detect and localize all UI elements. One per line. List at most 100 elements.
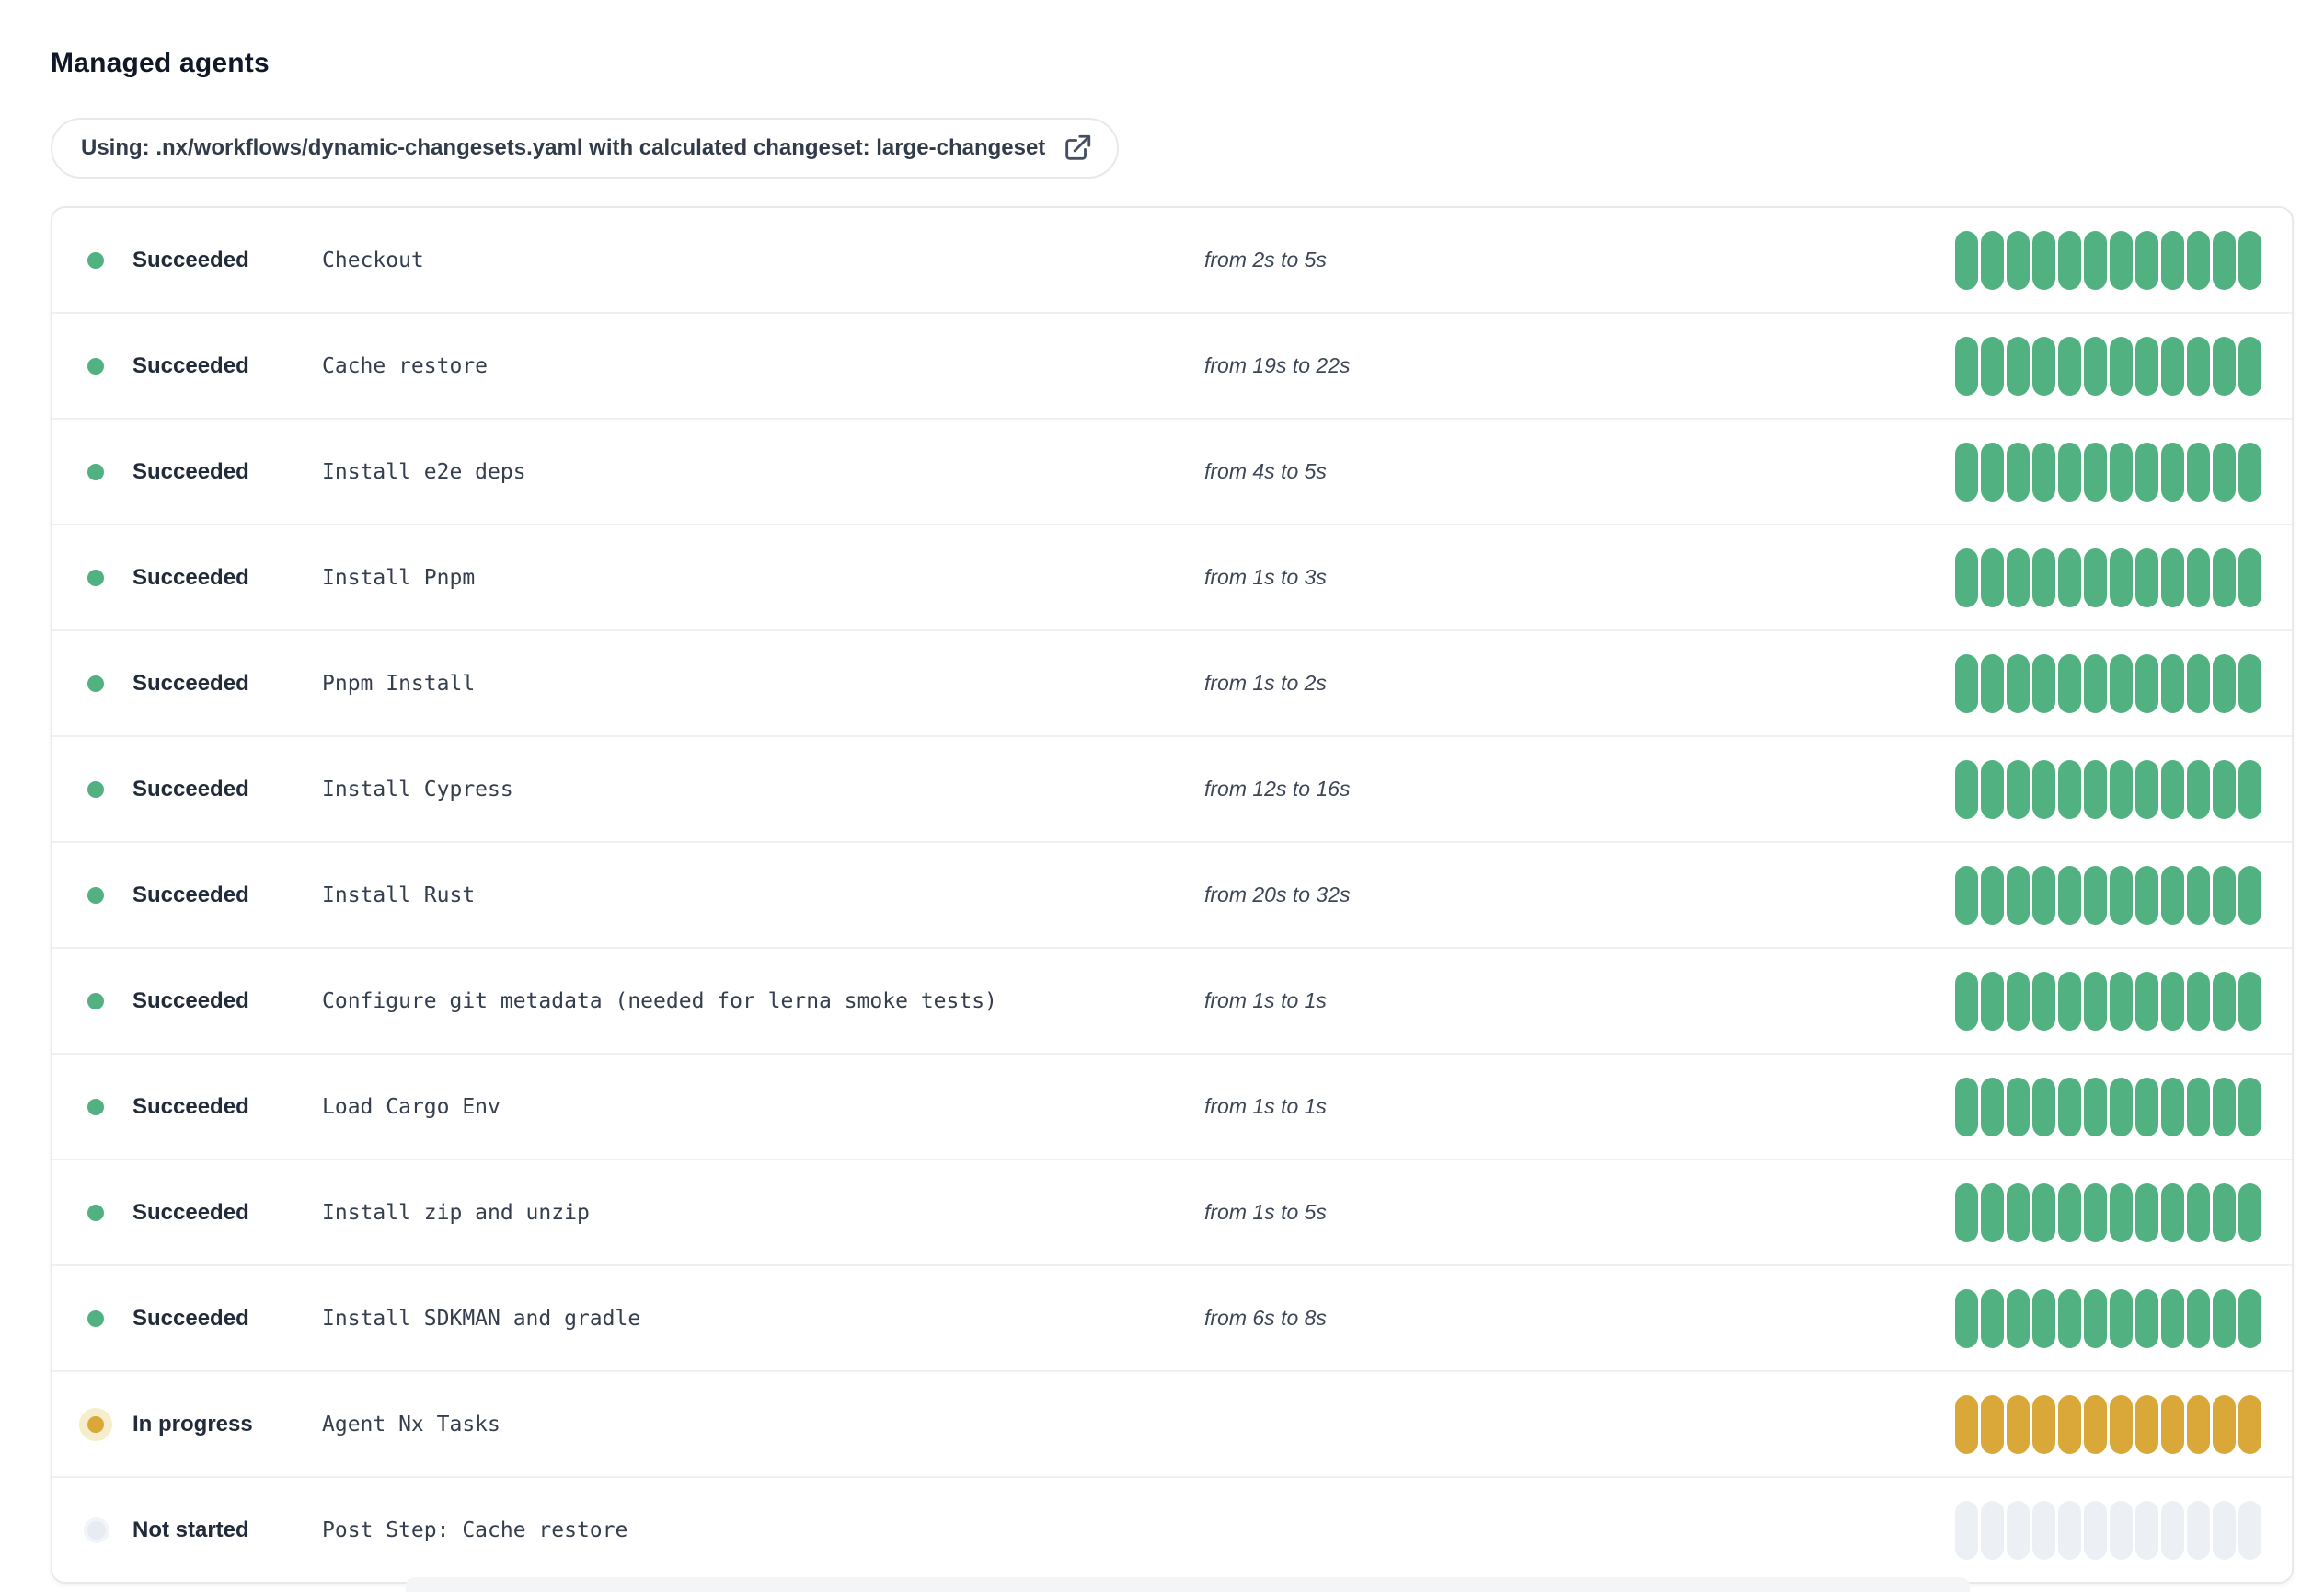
status-label: Succeeded bbox=[132, 352, 249, 378]
bar-segment bbox=[2161, 1077, 2184, 1136]
bar-segment bbox=[2110, 1500, 2133, 1560]
agent-step-row: Succeeded Configure git metadata (needed… bbox=[52, 947, 2292, 1053]
bar-segment bbox=[2032, 548, 2055, 607]
bar-segment bbox=[2084, 548, 2107, 607]
bar-segment bbox=[2058, 230, 2081, 290]
agents-list: Succeeded Checkout from 2s to 5s Succeed… bbox=[51, 206, 2294, 1584]
bar-segment bbox=[2187, 1182, 2210, 1242]
bar-segment bbox=[2238, 1182, 2261, 1242]
bar-segment bbox=[2032, 759, 2055, 819]
status-dot-icon bbox=[87, 1204, 104, 1221]
bar-segment bbox=[2007, 1077, 2030, 1136]
agent-step-row: Succeeded Load Cargo Env from 1s to 1s bbox=[52, 1053, 2292, 1159]
step-progress-bar bbox=[1955, 1077, 2261, 1136]
agent-step-row: Succeeded Pnpm Install from 1s to 2s bbox=[52, 629, 2292, 735]
agent-step-row: Succeeded Cache restore from 19s to 22s bbox=[52, 312, 2292, 418]
step-name: Install e2e deps bbox=[322, 459, 526, 484]
bar-segment bbox=[2110, 1077, 2133, 1136]
bar-segment bbox=[2135, 1077, 2158, 1136]
bar-segment bbox=[2238, 230, 2261, 290]
bar-segment bbox=[1981, 759, 2004, 819]
bar-segment bbox=[2032, 865, 2055, 925]
bar-segment bbox=[2238, 759, 2261, 819]
bar-segment bbox=[2058, 1500, 2081, 1560]
bar-segment bbox=[2058, 1077, 2081, 1136]
bar-segment bbox=[2032, 653, 2055, 713]
bar-segment bbox=[2161, 230, 2184, 290]
step-name: Pnpm Install bbox=[322, 671, 476, 696]
agent-step-row: Succeeded Install e2e deps from 4s to 5s bbox=[52, 418, 2292, 524]
agent-step-row: Succeeded Install Pnpm from 1s to 3s bbox=[52, 524, 2292, 629]
step-duration: from 1s to 3s bbox=[1204, 565, 1327, 589]
status-dot-icon bbox=[87, 780, 104, 798]
bar-segment bbox=[2161, 336, 2184, 396]
step-duration: from 1s to 5s bbox=[1204, 1200, 1327, 1224]
bar-segment bbox=[2110, 971, 2133, 1031]
bar-segment bbox=[1981, 653, 2004, 713]
bar-segment bbox=[2032, 442, 2055, 502]
bar-segment bbox=[2238, 1500, 2261, 1560]
bar-segment bbox=[1955, 1394, 1978, 1454]
bar-segment bbox=[2007, 759, 2030, 819]
step-name: Install Rust bbox=[322, 883, 476, 907]
bar-segment bbox=[1981, 1182, 2004, 1242]
step-progress-bar bbox=[1955, 971, 2261, 1031]
bar-segment bbox=[2213, 653, 2236, 713]
bar-segment bbox=[1955, 971, 1978, 1031]
status-label: Not started bbox=[132, 1517, 249, 1542]
bar-segment bbox=[1981, 230, 2004, 290]
bar-segment bbox=[2187, 1077, 2210, 1136]
bar-segment bbox=[2213, 1182, 2236, 1242]
bar-segment bbox=[2084, 230, 2107, 290]
page-title: Managed agents bbox=[51, 48, 270, 78]
agent-step-row: Succeeded Install Cypress from 12s to 16… bbox=[52, 735, 2292, 841]
bar-segment bbox=[2007, 548, 2030, 607]
status-dot-icon bbox=[87, 357, 104, 375]
bar-segment bbox=[2084, 1182, 2107, 1242]
bar-segment bbox=[2187, 653, 2210, 713]
bar-segment bbox=[2110, 865, 2133, 925]
status-label: Succeeded bbox=[132, 1199, 249, 1225]
bar-segment bbox=[2032, 336, 2055, 396]
step-progress-bar bbox=[1955, 336, 2261, 396]
bar-segment bbox=[2032, 1182, 2055, 1242]
bar-segment bbox=[2135, 442, 2158, 502]
bar-segment bbox=[2135, 336, 2158, 396]
bar-segment bbox=[2238, 336, 2261, 396]
status-dot-icon bbox=[87, 1520, 106, 1540]
step-name: Install Pnpm bbox=[322, 565, 476, 590]
status-label: Succeeded bbox=[132, 1305, 249, 1331]
agent-step-row: Succeeded Install SDKMAN and gradle from… bbox=[52, 1264, 2292, 1370]
bar-segment bbox=[2032, 230, 2055, 290]
bar-segment bbox=[2007, 336, 2030, 396]
bar-segment bbox=[2238, 1077, 2261, 1136]
bar-segment bbox=[2161, 442, 2184, 502]
status-label: In progress bbox=[132, 1411, 253, 1436]
bar-segment bbox=[2213, 971, 2236, 1031]
bar-segment bbox=[2187, 548, 2210, 607]
agent-step-row: Succeeded Install zip and unzip from 1s … bbox=[52, 1159, 2292, 1264]
bar-segment bbox=[2213, 1077, 2236, 1136]
step-duration: from 19s to 22s bbox=[1204, 353, 1351, 377]
bar-segment bbox=[2187, 759, 2210, 819]
bar-segment bbox=[2110, 336, 2133, 396]
status-label: Succeeded bbox=[132, 458, 249, 484]
bar-segment bbox=[1981, 1288, 2004, 1348]
status-dot-icon bbox=[87, 1098, 104, 1115]
step-duration: from 4s to 5s bbox=[1204, 459, 1327, 483]
bar-segment bbox=[1955, 865, 1978, 925]
bar-segment bbox=[2084, 442, 2107, 502]
bar-segment bbox=[2238, 653, 2261, 713]
step-name: Configure git metadata (needed for lerna… bbox=[322, 988, 997, 1013]
bar-segment bbox=[2135, 653, 2158, 713]
workflow-banner[interactable]: Using: .nx/workflows/dynamic-changesets.… bbox=[51, 118, 1120, 179]
bar-segment bbox=[1981, 1394, 2004, 1454]
step-duration: from 1s to 1s bbox=[1204, 1094, 1327, 1118]
external-link-icon[interactable] bbox=[1062, 133, 1093, 164]
bar-segment bbox=[2058, 971, 2081, 1031]
bar-segment bbox=[2238, 865, 2261, 925]
managed-agents-panel: Managed agents Using: .nx/workflows/dyna… bbox=[0, 0, 2324, 1584]
bar-segment bbox=[2213, 230, 2236, 290]
bar-segment bbox=[2187, 336, 2210, 396]
step-name: Install zip and unzip bbox=[322, 1200, 590, 1225]
